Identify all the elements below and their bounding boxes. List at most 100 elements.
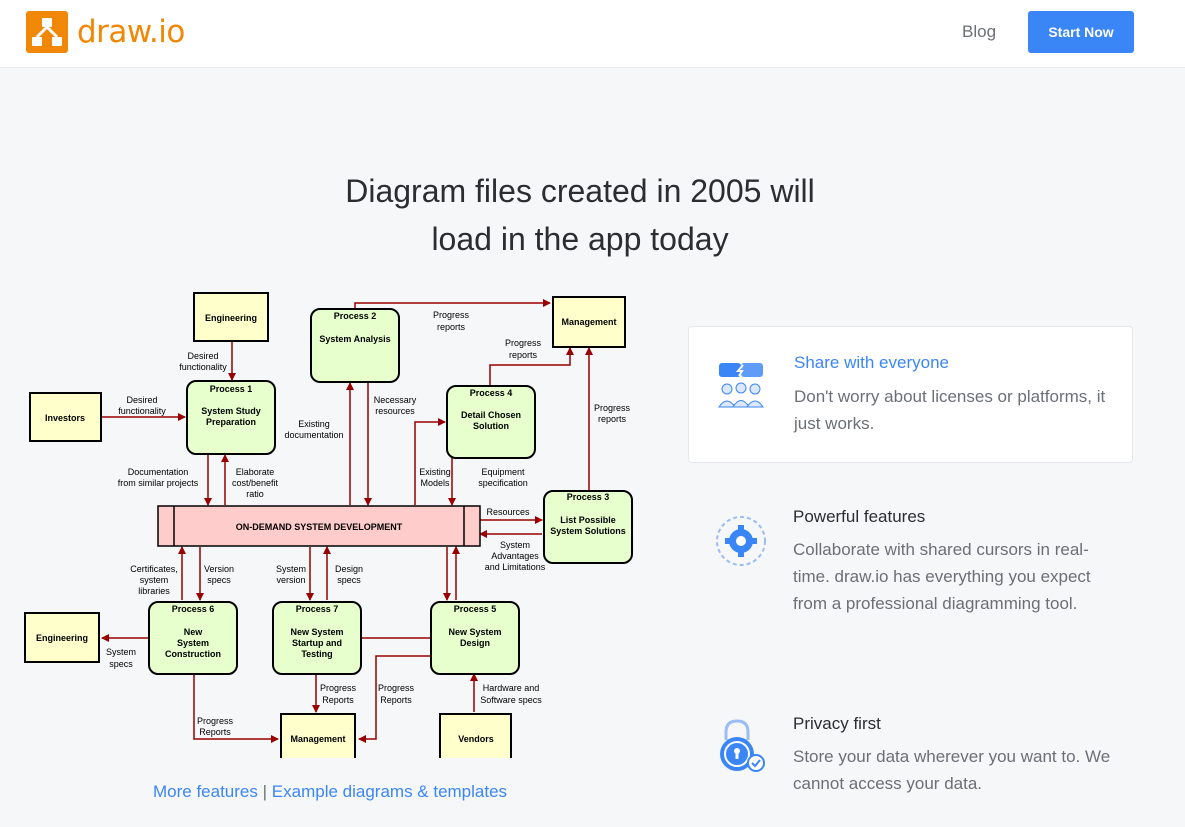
label-doc-similar-b: from similar projects — [118, 478, 199, 488]
label-progress-p5-b: Reports — [380, 695, 412, 705]
process-1-title: Process 1 — [210, 384, 253, 394]
process-3-body-1: List Possible — [560, 515, 616, 525]
central-process-bar: ON-DEMAND SYSTEM DEVELOPMENT — [157, 505, 481, 547]
label-system-version-a: System — [276, 564, 306, 574]
label-certificates-b: system — [140, 575, 169, 585]
label-desired-func-1b: functionality — [179, 362, 227, 372]
process-6-body-1: New — [184, 627, 204, 637]
label-system-specs-a: System — [106, 647, 136, 657]
process-3-body-2: System Solutions — [550, 526, 626, 536]
more-features-link[interactable]: More features — [153, 782, 258, 801]
process-4-title: Process 4 — [470, 388, 513, 398]
process-2-body: System Analysis — [319, 334, 390, 344]
label-sys-adv-b: Advantages — [491, 551, 539, 561]
entity-engineering-left-label: Engineering — [36, 633, 88, 643]
process-5-body-2: Design — [460, 638, 490, 648]
label-existing-models-a: Existing — [419, 467, 451, 477]
padlock-icon — [712, 718, 770, 776]
label-design-specs-b: specs — [337, 575, 361, 585]
label-necessary-res-a: Necessary — [374, 395, 417, 405]
process-3-title: Process 3 — [567, 492, 610, 502]
label-progress-p3-a: Progress — [594, 403, 631, 413]
feature-desc-privacy: Store your data wherever you want to. We… — [793, 747, 1111, 793]
label-progress-p4-b: reports — [509, 350, 538, 360]
process-7-body-3: Testing — [301, 649, 332, 659]
label-existing-doc-a: Existing — [298, 419, 330, 429]
entity-management-top-label: Management — [561, 317, 616, 327]
label-hardware-b: Software specs — [480, 695, 542, 705]
label-existing-doc-b: documentation — [284, 430, 343, 440]
entity-investors-label: Investors — [45, 413, 85, 423]
top-navigation-bar: draw.io Blog Start Now — [0, 0, 1185, 68]
process-1-body-1: System Study — [201, 406, 261, 416]
label-elaborate-c: ratio — [246, 489, 264, 499]
hero-headline: Diagram files created in 2005 will load … — [240, 167, 920, 263]
label-progress-p4-a: Progress — [505, 338, 542, 348]
example-diagram: ON-DEMAND SYSTEM DEVELOPMENT Engineering… — [24, 292, 633, 758]
label-progress-p6-b: Reports — [199, 727, 231, 737]
label-desired-func-2b: functionality — [118, 406, 166, 416]
label-progress-top-a: Progress — [433, 310, 470, 320]
drawio-logo-icon — [26, 11, 68, 53]
feature-card-share: Share with everyone Don't worry about li… — [688, 326, 1133, 463]
label-equipment-a: Equipment — [481, 467, 525, 477]
label-system-version-b: version — [276, 575, 305, 585]
label-elaborate-b: cost/benefit — [232, 478, 279, 488]
label-hardware-a: Hardware and — [483, 683, 540, 693]
logo-text: draw.io — [77, 14, 185, 50]
label-desired-func-2a: Desired — [126, 395, 157, 405]
entity-management-bottom-label: Management — [290, 734, 345, 744]
process-7-body-2: Startup and — [292, 638, 342, 648]
feature-desc-share: Don't worry about licenses or platforms,… — [794, 387, 1106, 433]
process-4-body-1: Detail Chosen — [461, 410, 521, 420]
edge-central-p4 — [414, 418, 446, 505]
label-system-specs-b: specs — [109, 659, 133, 669]
blog-link[interactable]: Blog — [962, 22, 996, 42]
gear-sync-icon — [712, 511, 770, 569]
process-5-body-1: New System — [448, 627, 501, 637]
entity-vendors-label: Vendors — [458, 734, 494, 744]
link-separator: | — [262, 782, 268, 801]
label-progress-p5-a: Progress — [378, 683, 415, 693]
process-6-title: Process 6 — [172, 604, 215, 614]
label-elaborate-a: Elaborate — [236, 467, 275, 477]
label-certificates-a: Certificates, — [130, 564, 178, 574]
label-progress-p7-b: Reports — [322, 695, 354, 705]
footer-links: More features | Example diagrams & templ… — [153, 782, 507, 802]
process-6-body-3: Construction — [165, 649, 221, 659]
entity-engineering-top-label: Engineering — [205, 313, 257, 323]
label-doc-similar-a: Documentation — [128, 467, 189, 477]
label-certificates-c: libraries — [138, 586, 170, 596]
feature-title-privacy: Privacy first — [793, 714, 881, 733]
feature-privacy: Privacy first Store your data wherever y… — [688, 712, 1133, 812]
process-5-title: Process 5 — [454, 604, 497, 614]
central-label: ON-DEMAND SYSTEM DEVELOPMENT — [236, 522, 403, 532]
label-progress-top-b: reports — [437, 322, 466, 332]
label-equipment-b: specification — [478, 478, 528, 488]
process-2-title: Process 2 — [334, 311, 377, 321]
label-progress-p6-a: Progress — [197, 716, 234, 726]
process-7-body-1: New System — [290, 627, 343, 637]
headline-line-2: load in the app today — [431, 221, 729, 257]
label-progress-p7-a: Progress — [320, 683, 357, 693]
label-existing-models-b: Models — [420, 478, 450, 488]
process-1-body-2: Preparation — [206, 417, 256, 427]
process-6-body-2: System — [177, 638, 209, 648]
label-sys-adv-c: and Limitations — [485, 562, 546, 572]
example-diagrams-link[interactable]: Example diagrams & templates — [272, 782, 507, 801]
process-4-body-2: Solution — [473, 421, 509, 431]
process-7-title: Process 7 — [296, 604, 339, 614]
drawio-logo[interactable]: draw.io — [26, 11, 185, 53]
feature-title-share: Share with everyone — [794, 353, 949, 372]
label-progress-p3-b: reports — [598, 414, 627, 424]
share-people-icon — [713, 359, 771, 417]
label-resources: Resources — [486, 507, 530, 517]
label-desired-func-1a: Desired — [187, 351, 218, 361]
label-necessary-res-b: resources — [375, 406, 415, 416]
label-sys-adv-a: System — [500, 540, 530, 550]
start-now-button[interactable]: Start Now — [1028, 11, 1134, 53]
feature-powerful: Powerful features Collaborate with share… — [688, 505, 1133, 655]
label-version-specs-a: Version — [204, 564, 234, 574]
feature-title-powerful: Powerful features — [793, 507, 926, 526]
label-design-specs-a: Design — [335, 564, 363, 574]
